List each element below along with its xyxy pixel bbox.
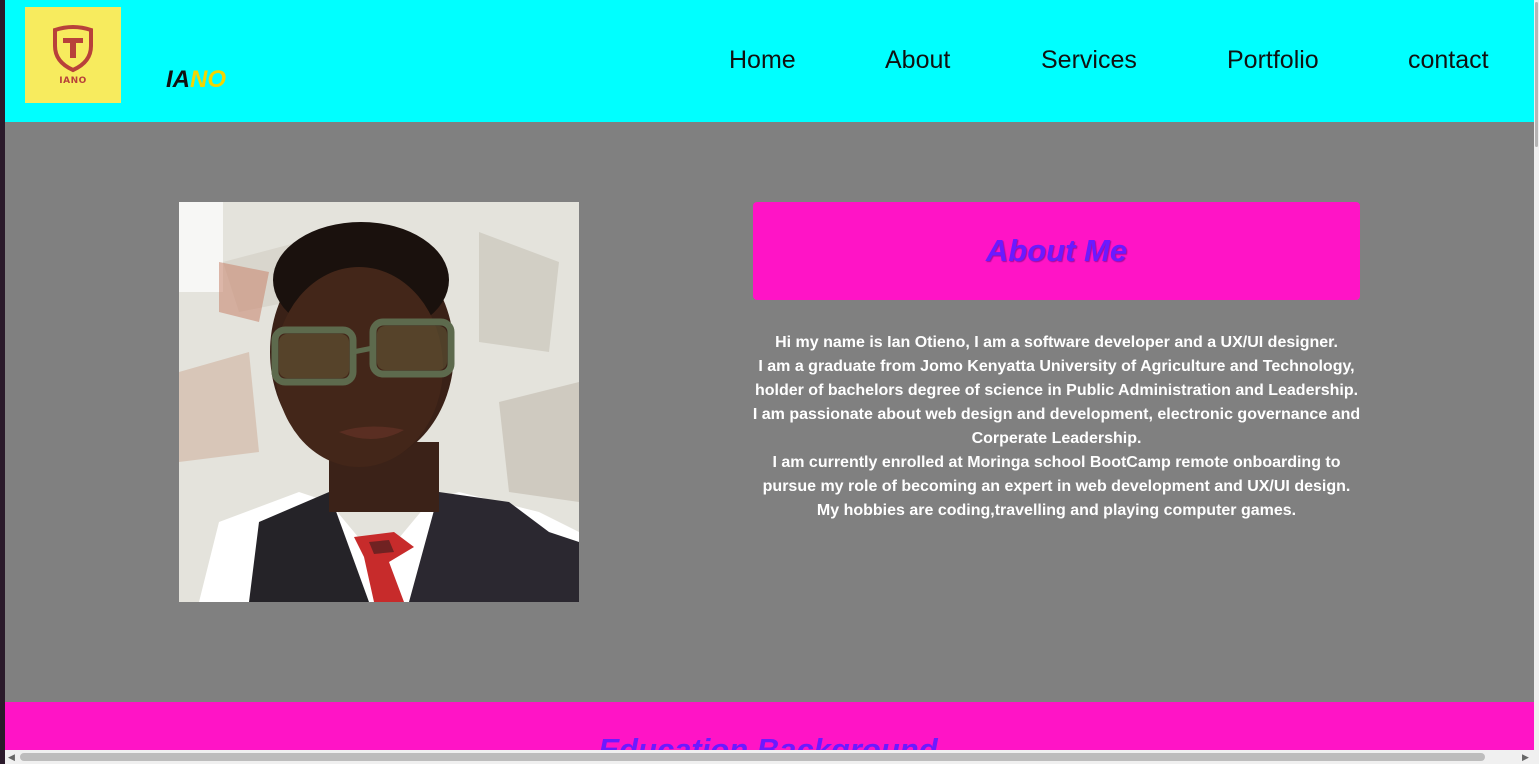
logo-label: IANO (59, 76, 87, 86)
vertical-scrollbar[interactable] (1534, 0, 1539, 750)
nav-home[interactable]: Home (729, 46, 796, 75)
page: IANO IANO Home About Services Portfolio … (5, 0, 1534, 750)
nav-portfolio[interactable]: Portfolio (1227, 46, 1319, 75)
about-title: About Me (985, 233, 1128, 268)
nav-contact[interactable]: contact (1408, 46, 1489, 75)
arrow-right-icon[interactable]: ▶ (1522, 751, 1529, 763)
education-title: Education Background (598, 732, 938, 750)
about-paragraph: Hi my name is Ian Otieno, I am a softwar… (775, 334, 1338, 351)
about-paragraph: I am currently enrolled at Moringa schoo… (762, 454, 1351, 495)
arrow-left-icon[interactable]: ◀ (8, 751, 15, 763)
nav-about[interactable]: About (885, 46, 950, 75)
horizontal-scroll-thumb[interactable] (20, 753, 1485, 761)
about-description: Hi my name is Ian Otieno, I am a softwar… (750, 331, 1363, 523)
nav-services[interactable]: Services (1041, 46, 1137, 75)
site-header: IANO IANO Home About Services Portfolio … (5, 0, 1534, 122)
profile-photo (179, 202, 579, 602)
about-paragraph: My hobbies are coding,travelling and pla… (816, 502, 1297, 519)
scrollbar-corner (1534, 750, 1539, 764)
vertical-scroll-thumb[interactable] (1535, 2, 1538, 147)
about-paragraph: I am passionate about web design and dev… (752, 406, 1361, 447)
about-paragraph: I am a graduate from Jomo Kenyatta Unive… (754, 358, 1359, 399)
about-card: About Me (753, 202, 1360, 300)
horizontal-scrollbar[interactable]: ◀ ▶ (5, 750, 1534, 764)
main-nav: Home About Services Portfolio contact (5, 46, 1534, 76)
education-section: Education Background (5, 702, 1534, 750)
